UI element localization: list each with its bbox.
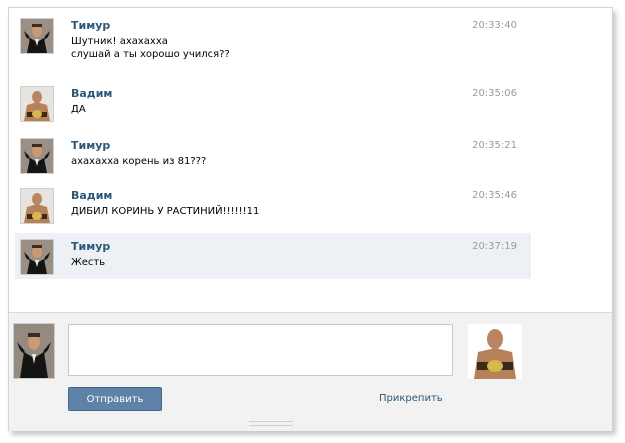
message-text: Шутник! ахахахха слушай а ты хорошо учил… [71, 36, 230, 60]
timur-avatar-icon[interactable] [20, 138, 54, 174]
message-author[interactable]: Тимур [71, 139, 110, 152]
message-input[interactable] [68, 324, 453, 376]
self-avatar-icon[interactable] [13, 323, 55, 379]
message-time: 20:37:19 [472, 241, 517, 252]
message-time: 20:35:06 [472, 88, 517, 99]
message-author[interactable]: Вадим [71, 189, 112, 202]
vadim-avatar-icon[interactable] [20, 86, 54, 122]
composer-panel: Отправить Прикрепить [9, 312, 612, 431]
attach-link[interactable]: Прикрепить [379, 393, 443, 404]
vadim-avatar-icon[interactable] [20, 188, 54, 224]
send-button[interactable]: Отправить [68, 387, 162, 411]
message-time: 20:33:40 [472, 20, 517, 31]
message-2: Вадим 20:35:06 ДА [15, 80, 531, 126]
message-author[interactable]: Тимур [71, 19, 110, 32]
message-text: ДИБИЛ КОРИНЬ У РАСТИНИЙ!!!!!!11 [71, 206, 260, 217]
message-4: Вадим 20:35:46 ДИБИЛ КОРИНЬ У РАСТИНИЙ!!… [15, 182, 531, 228]
message-author[interactable]: Тимур [71, 240, 110, 253]
timur-avatar-icon[interactable] [20, 239, 54, 275]
message-3: Тимур 20:35:21 ахахахха корень из 81??? [15, 132, 531, 178]
message-text: ахахахха корень из 81??? [71, 156, 207, 167]
chat-window: Тимур 20:33:40 Шутник! ахахахха слушай а… [8, 7, 613, 431]
message-time: 20:35:46 [472, 190, 517, 201]
message-text: Жесть [71, 257, 106, 268]
message-author[interactable]: Вадим [71, 87, 112, 100]
message-time: 20:35:21 [472, 140, 517, 151]
peer-avatar-icon[interactable] [468, 324, 522, 379]
timur-avatar-icon[interactable] [20, 18, 54, 54]
message-1: Тимур 20:33:40 Шутник! ахахахха слушай а… [15, 12, 531, 60]
message-text: ДА [71, 104, 86, 115]
message-5: Тимур 20:37:19 Жесть [15, 233, 531, 279]
resize-handle[interactable] [249, 421, 293, 426]
